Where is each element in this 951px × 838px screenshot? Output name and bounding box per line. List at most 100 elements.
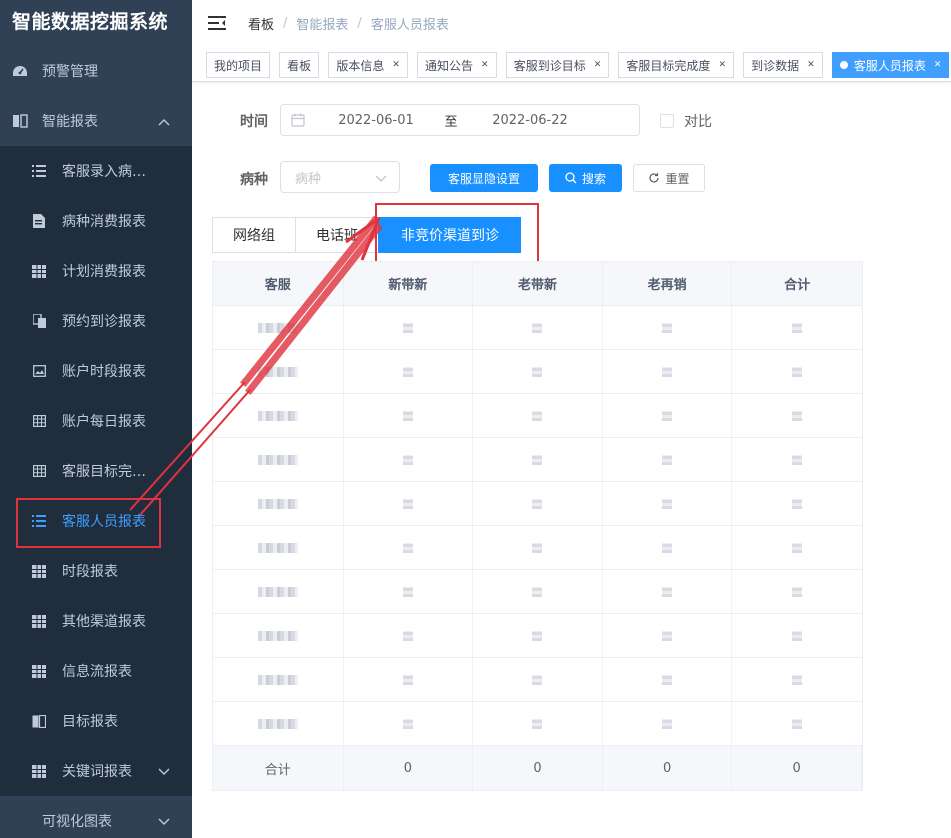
redacted-value [792, 322, 803, 333]
table-cell [213, 350, 344, 393]
hamburger-icon[interactable] [208, 15, 226, 31]
sidebar-item-plan-consumption[interactable]: 计划消费报表 [0, 246, 192, 296]
end-date-input[interactable]: 2022-06-22 [475, 113, 585, 128]
table-cell [732, 614, 862, 657]
sidebar-item-account-daily[interactable]: 账户每日报表 [0, 396, 192, 446]
redacted-value [257, 674, 298, 685]
close-icon[interactable]: ✕ [392, 60, 400, 70]
sidebar: 智能数据挖掘系统 预警管理 智能报表 客服录入病… 病种消费报表 计划消费报表 [0, 0, 192, 838]
tag-visit-data[interactable]: 到诊数据 ✕ [743, 52, 823, 78]
redacted-value [532, 542, 543, 553]
footer-cell: 0 [603, 746, 733, 790]
sidebar-item-keyword-report[interactable]: 关键词报表 [0, 746, 192, 796]
sidebar-item-customer-target[interactable]: 客服目标完… [0, 446, 192, 496]
compare-checkbox[interactable] [660, 114, 674, 128]
redacted-value [662, 322, 673, 333]
table-cell [732, 350, 862, 393]
tag-my-projects[interactable]: 我的项目 [206, 52, 271, 78]
tag-label: 版本信息 [336, 58, 385, 73]
start-date-input[interactable]: 2022-06-01 [321, 113, 431, 128]
list-icon [32, 164, 46, 178]
tag-version-info[interactable]: 版本信息 ✕ [328, 52, 408, 78]
redacted-value [532, 410, 543, 421]
time-label: 时间 [240, 114, 268, 130]
sidebar-item-smart-reports[interactable]: 智能报表 [0, 96, 192, 146]
redacted-value [257, 718, 298, 729]
table-cell [473, 614, 603, 657]
table-cell [603, 526, 733, 569]
date-range-picker[interactable]: 2022-06-01 至 2022-06-22 [280, 104, 640, 136]
close-icon[interactable]: ✕ [481, 60, 489, 70]
table-cell [213, 482, 344, 525]
redacted-value [402, 586, 413, 597]
table-cell [732, 702, 862, 745]
table-cell [344, 526, 474, 569]
redacted-value [792, 718, 803, 729]
grid-icon [32, 614, 46, 628]
reset-button[interactable]: 重置 [633, 164, 705, 192]
disease-select[interactable]: 病种 [280, 161, 400, 193]
tag-label: 到诊数据 [751, 58, 800, 73]
redacted-value [402, 674, 413, 685]
tag-customer-staff-report[interactable]: 客服人员报表 ✕ [831, 52, 950, 78]
sidebar-item-disease-consumption[interactable]: 病种消费报表 [0, 196, 192, 246]
close-icon[interactable]: ✕ [807, 60, 815, 70]
table-cell [603, 350, 733, 393]
redacted-value [532, 630, 543, 641]
sidebar-item-appointment-visit[interactable]: 预约到诊报表 [0, 296, 192, 346]
tab-phone-shift[interactable]: 电话班 [295, 217, 378, 253]
table-cell [344, 658, 474, 701]
document-icon [32, 214, 46, 228]
sidebar-item-warning[interactable]: 预警管理 [0, 46, 192, 96]
table-cell [732, 438, 862, 481]
table-cell [213, 394, 344, 437]
sidebar-item-label: 时段报表 [62, 564, 118, 580]
table-row [213, 614, 862, 658]
redacted-value [257, 410, 298, 421]
tag-dashboard[interactable]: 看板 [279, 52, 320, 78]
search-button[interactable]: 搜索 [549, 164, 622, 192]
redacted-value [662, 542, 673, 553]
table-icon [32, 414, 46, 428]
table-cell [473, 702, 603, 745]
table-cell [344, 614, 474, 657]
redacted-value [402, 410, 413, 421]
close-icon[interactable]: ✕ [718, 60, 726, 70]
breadcrumb-item: 客服人员报表 [370, 17, 449, 33]
customer-visibility-settings-button[interactable]: 客服显隐设置 [430, 164, 538, 192]
table-cell [213, 438, 344, 481]
table-cell [344, 570, 474, 613]
breadcrumb-item[interactable]: 看板 [248, 14, 274, 33]
table-row [213, 658, 862, 702]
sidebar-item-visual-charts[interactable]: 可视化图表 [0, 796, 192, 838]
tag-customer-target-completion[interactable]: 客服目标完成度 ✕ [618, 52, 734, 78]
table-cell [603, 394, 733, 437]
close-icon[interactable]: ✕ [594, 60, 602, 70]
table-cell [473, 526, 603, 569]
compare-checkbox-group[interactable]: 对比 [660, 111, 712, 131]
table-cell [603, 482, 733, 525]
tag-notices[interactable]: 通知公告 ✕ [417, 52, 497, 78]
chevron-down-icon [375, 172, 387, 187]
sidebar-item-target-report[interactable]: 目标报表 [0, 696, 192, 746]
sidebar-item-info-flow[interactable]: 信息流报表 [0, 646, 192, 696]
table-cell [344, 350, 474, 393]
redacted-value [532, 586, 543, 597]
sidebar-item-account-period[interactable]: 账户时段报表 [0, 346, 192, 396]
sidebar-item-label: 账户每日报表 [62, 414, 146, 430]
tag-customer-visit-target[interactable]: 客服到诊目标 ✕ [505, 52, 610, 78]
tab-network-group[interactable]: 网络组 [212, 217, 295, 253]
sidebar-item-label: 其他渠道报表 [62, 614, 146, 630]
table-row [213, 702, 862, 746]
sidebar-item-other-channels[interactable]: 其他渠道报表 [0, 596, 192, 646]
sidebar-item-period-report[interactable]: 时段报表 [0, 546, 192, 596]
sidebar-item-customer-entry[interactable]: 客服录入病… [0, 146, 192, 196]
column-header: 合计 [784, 278, 811, 293]
table-cell [603, 614, 733, 657]
table-row [213, 482, 862, 526]
table-cell [603, 702, 733, 745]
copy-icon [32, 314, 46, 328]
table-cell [344, 394, 474, 437]
table-row [213, 350, 862, 394]
close-icon[interactable]: ✕ [934, 60, 942, 70]
